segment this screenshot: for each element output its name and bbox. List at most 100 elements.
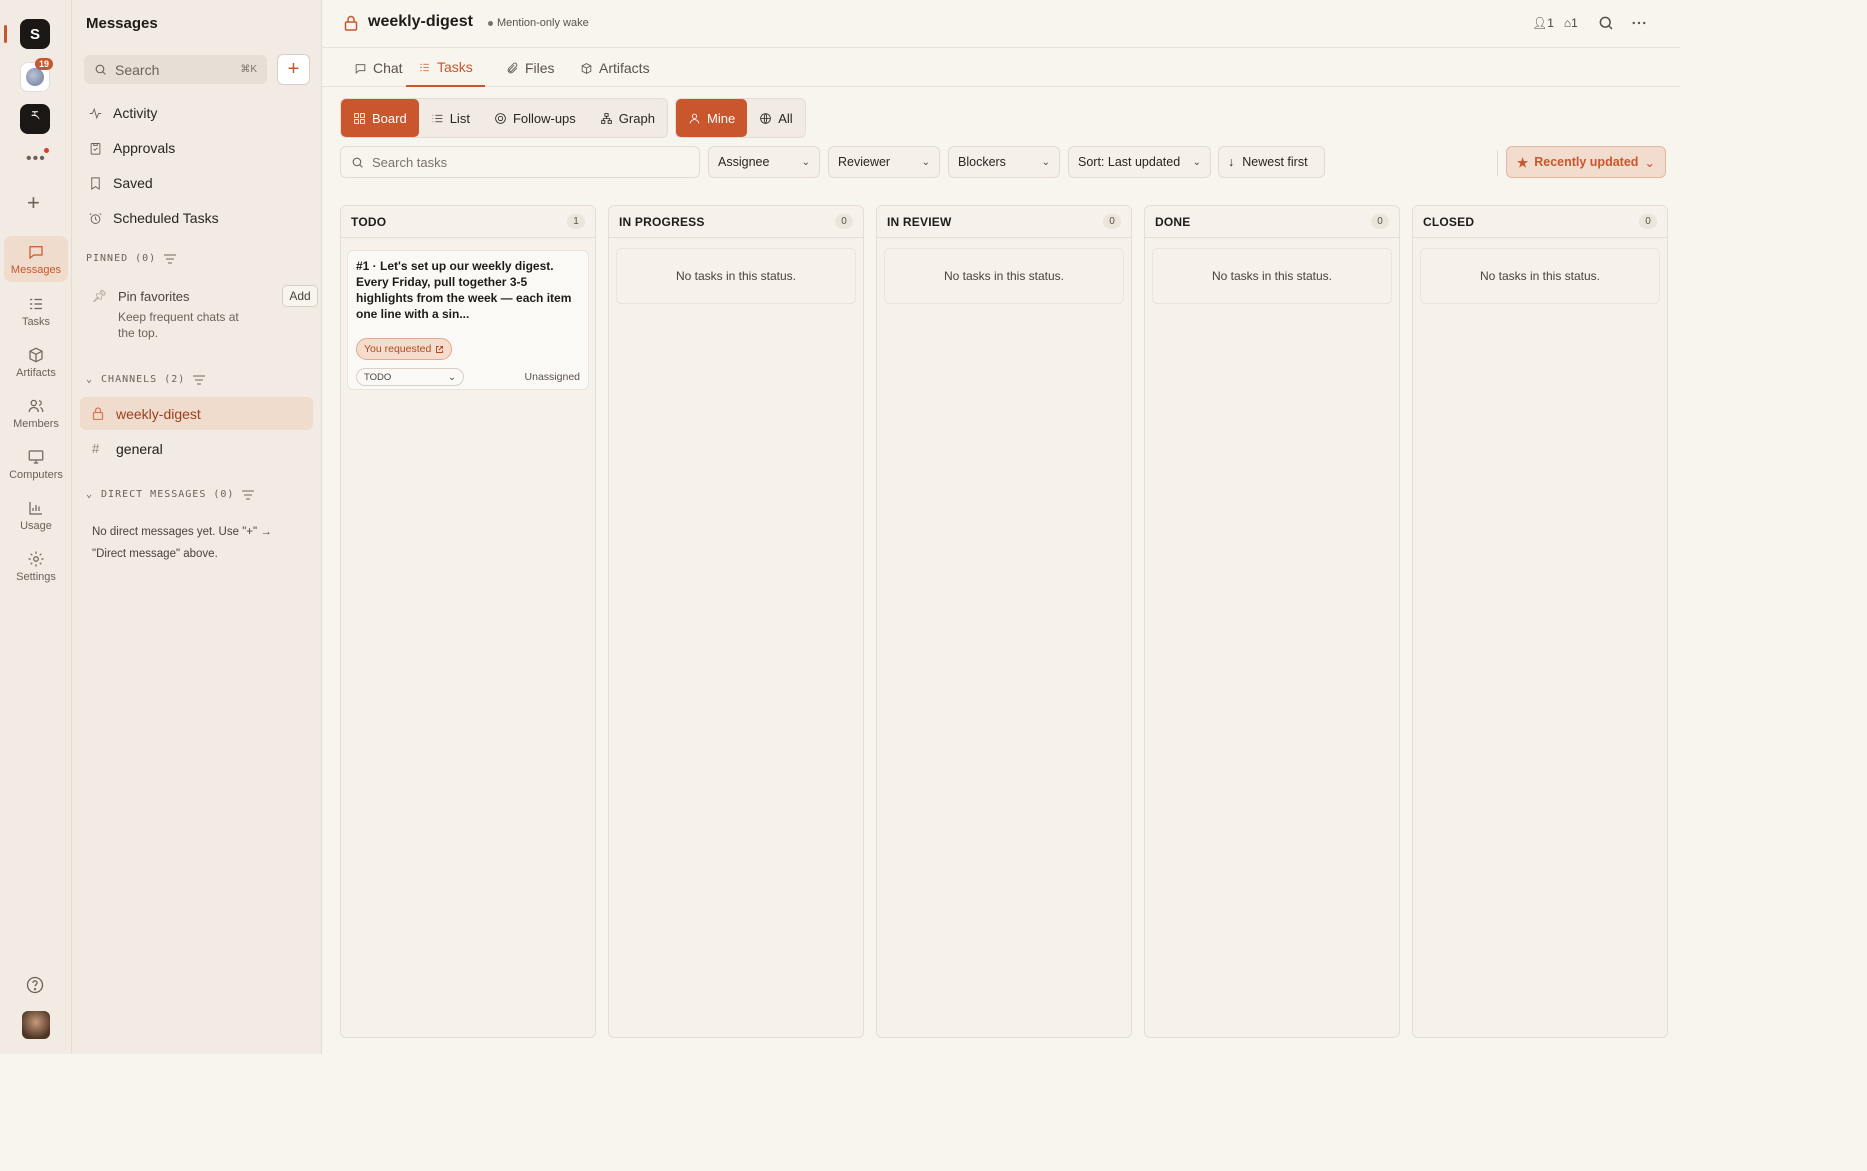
wake-mode-badge[interactable]: Mention-only wake — [488, 17, 589, 29]
nav-messages[interactable]: Messages — [4, 236, 68, 282]
column-count: 0 — [835, 214, 853, 229]
hash-icon: # — [92, 441, 100, 456]
column-title: CLOSED — [1423, 214, 1475, 229]
channel-general[interactable]: # general — [80, 432, 313, 465]
scope-all-button[interactable]: All — [747, 99, 804, 137]
scope-mine-button[interactable]: Mine — [676, 99, 748, 137]
nav-computers[interactable]: Computers — [4, 441, 68, 487]
tab-artifacts[interactable]: Artifacts — [580, 49, 650, 87]
column-count: 0 — [1371, 214, 1389, 229]
view-list-button[interactable]: List — [419, 99, 482, 137]
workspace-2-logo — [26, 68, 44, 86]
workspace-3-button[interactable]: ར — [20, 104, 50, 134]
pin-add-button[interactable]: Add — [282, 285, 318, 307]
you-requested-chip[interactable]: You requested — [356, 338, 453, 360]
new-chat-button[interactable]: + — [277, 54, 310, 85]
task-search-input[interactable]: Search tasks — [340, 146, 700, 178]
tab-files[interactable]: Files — [506, 49, 555, 87]
task-status-select[interactable]: TODO ⌄ — [356, 368, 464, 386]
arrow-down-icon: ↓ — [1228, 155, 1235, 169]
sidebar-item-saved[interactable]: Saved — [84, 168, 310, 198]
column-empty-state: No tasks in this status. — [884, 248, 1124, 304]
sidebar: Messages Search ⌘K + Activity Approvals … — [72, 0, 322, 1054]
scope-label: All — [778, 110, 793, 126]
dm-empty-text: No direct messages yet. Use "+" → "Direc… — [92, 526, 272, 560]
tasks-icon — [420, 63, 429, 71]
tab-tasks[interactable]: Tasks — [406, 49, 485, 87]
channels-header[interactable]: ⌄ CHANNELS (2) — [86, 374, 206, 385]
sidebar-item-approvals[interactable]: Approvals — [84, 133, 310, 163]
clipboard-icon — [90, 142, 101, 155]
gear-icon — [28, 551, 44, 566]
unread-dot — [44, 148, 49, 153]
channel-weekly-digest[interactable]: weekly-digest — [80, 397, 313, 430]
channel-name: general — [116, 440, 163, 457]
tab-label: Tasks — [437, 59, 473, 75]
workspace-s-button[interactable]: S — [20, 19, 50, 49]
filter-icon[interactable] — [193, 374, 206, 385]
pinned-header[interactable]: PINNED (0) — [86, 253, 177, 264]
column-empty-state: No tasks in this status. — [1152, 248, 1392, 304]
globe-icon — [760, 112, 771, 124]
assignee-filter[interactable]: Assignee ⌄ — [708, 146, 820, 178]
sidebar-item-label: Activity — [113, 105, 158, 121]
recently-updated-button[interactable]: ★ Recently updated ⌄ — [1506, 146, 1666, 178]
filter-label: Reviewer — [838, 155, 891, 169]
members-count-value: 1 — [1547, 16, 1554, 30]
notification-badge: 19 — [35, 58, 54, 70]
column-count: 0 — [1103, 214, 1121, 229]
nav-label: Usage — [20, 519, 52, 532]
nav-members[interactable]: Members — [4, 390, 68, 436]
chevron-down-icon: ⌄ — [1644, 155, 1655, 170]
view-label: List — [449, 110, 470, 126]
sidebar-search[interactable]: Search ⌘K — [84, 55, 267, 84]
nav-settings[interactable]: Settings — [4, 543, 68, 589]
tab-label: Files — [525, 60, 555, 76]
view-board-button[interactable]: Board — [341, 99, 419, 137]
sidebar-item-label: Approvals — [113, 140, 176, 156]
members-count: 👤︎1 — [1532, 16, 1554, 30]
view-followups-button[interactable]: Follow-ups — [482, 99, 588, 137]
bookmark-icon — [91, 176, 100, 190]
column-empty-state: No tasks in this status. — [1420, 248, 1660, 304]
view-graph-button[interactable]: Graph — [588, 99, 667, 137]
blockers-filter[interactable]: Blockers ⌄ — [948, 146, 1060, 178]
sidebar-item-scheduled-tasks[interactable]: Scheduled Tasks — [84, 203, 310, 233]
column-count: 0 — [1639, 214, 1657, 229]
help-icon[interactable] — [25, 975, 45, 995]
column-header: TODO 1 — [341, 206, 595, 238]
nav-label: Members — [13, 417, 59, 430]
sidebar-item-activity[interactable]: Activity — [84, 98, 310, 128]
nav-artifacts[interactable]: Artifacts — [4, 339, 68, 385]
tab-label: Chat — [373, 60, 403, 76]
sort-dropdown[interactable]: Sort: Last updated ⌄ — [1068, 146, 1211, 178]
task-card[interactable]: #1 · Let's set up our weekly digest. Eve… — [347, 250, 589, 390]
scope-switcher: Mine All — [675, 98, 806, 138]
more-workspaces-button[interactable]: ••• — [26, 150, 46, 168]
person-icon: 👤︎ — [1532, 16, 1548, 30]
nav-label: Artifacts — [16, 366, 56, 379]
direct-messages-header[interactable]: ⌄ DIRECT MESSAGES (0) — [86, 489, 255, 500]
app-rail: S 19 ར ••• + Messages Tasks Artifacts Me… — [0, 0, 72, 1054]
more-icon[interactable] — [1630, 14, 1648, 32]
sort-label: Sort: Last updated — [1078, 155, 1181, 169]
scope-label: Mine — [707, 110, 736, 126]
recent-label: Recently updated — [1534, 155, 1639, 169]
reviewer-filter[interactable]: Reviewer ⌄ — [828, 146, 940, 178]
tab-chat[interactable]: Chat — [354, 49, 403, 87]
column-title: IN PROGRESS — [619, 214, 705, 229]
avatar[interactable] — [22, 1011, 50, 1039]
search-placeholder: Search — [115, 61, 160, 78]
chevron-down-icon: ⌄ — [801, 156, 810, 168]
channel-tabs: Chat Tasks Files Artifacts — [322, 49, 1680, 87]
external-link-icon — [436, 345, 444, 353]
nav-tasks[interactable]: Tasks — [4, 288, 68, 334]
order-toggle[interactable]: ↓ Newest first — [1218, 146, 1325, 178]
nav-usage[interactable]: Usage — [4, 492, 68, 538]
filter-icon[interactable] — [242, 489, 255, 500]
add-workspace-button[interactable]: + — [27, 190, 40, 216]
search-icon[interactable] — [1597, 14, 1615, 32]
filter-icon[interactable] — [164, 253, 177, 264]
member-counts[interactable]: 👤︎1 ⌂1 — [1532, 16, 1578, 30]
search-shortcut: ⌘K — [240, 64, 257, 75]
